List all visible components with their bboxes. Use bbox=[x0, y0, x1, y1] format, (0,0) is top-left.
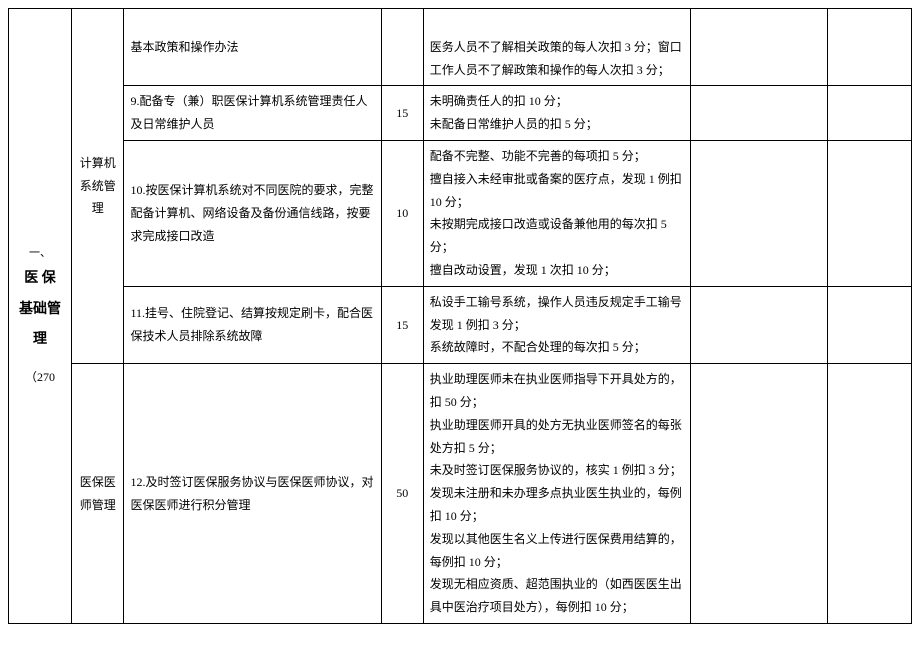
category-points: （270 bbox=[15, 366, 65, 389]
item-cell: 11.挂号、住院登记、结算按规定刷卡，配合医保技术人员排除系统故障 bbox=[124, 286, 381, 363]
blank-cell bbox=[691, 140, 828, 286]
blank-cell bbox=[827, 286, 911, 363]
criteria-cell: 私设手工输号系统，操作人员违反规定手工输号发现 1 例扣 3 分； 系统故障时，… bbox=[423, 286, 691, 363]
category-name-3: 理 bbox=[15, 325, 65, 356]
criteria-cell: 执业助理医师未在执业医师指导下开具处方的，扣 50 分； 执业助理医师开具的处方… bbox=[423, 364, 691, 624]
item-cell: 9.配备专（兼）职医保计算机系统管理责任人及日常维护人员 bbox=[124, 86, 381, 141]
blank-cell bbox=[691, 364, 828, 624]
score-cell: 10 bbox=[381, 140, 423, 286]
score-cell bbox=[381, 9, 423, 86]
item-cell: 10.按医保计算机系统对不同医院的要求，完整配备计算机、网络设备及备份通信线路，… bbox=[124, 140, 381, 286]
blank-cell bbox=[827, 86, 911, 141]
category-name-1: 医 保 bbox=[15, 264, 65, 295]
criteria-cell: 医务人员不了解相关政策的每人次扣 3 分；窗口工作人员不了解政策和操作的每人次扣… bbox=[423, 9, 691, 86]
blank-cell bbox=[827, 9, 911, 86]
blank-cell bbox=[691, 286, 828, 363]
category-name-2: 基础管 bbox=[15, 295, 65, 326]
group-label-2: 医保医师管理 bbox=[71, 364, 123, 624]
criteria-cell: 未明确责任人的扣 10 分； 未配备日常维护人员的扣 5 分； bbox=[423, 86, 691, 141]
category-seq: 一、 bbox=[15, 243, 65, 264]
group-label-1: 计算机系统管理 bbox=[71, 9, 123, 364]
item-cell: 基本政策和操作办法 bbox=[124, 9, 381, 86]
score-cell: 15 bbox=[381, 286, 423, 363]
blank-cell bbox=[691, 9, 828, 86]
assessment-table: 一、 医 保 基础管 理 （270 计算机系统管理 基本政策和操作办法 医务人员… bbox=[8, 8, 912, 624]
criteria-cell: 配备不完整、功能不完善的每项扣 5 分； 擅自接入未经审批或备案的医疗点，发现 … bbox=[423, 140, 691, 286]
item-cell: 12.及时签订医保服务协议与医保医师协议，对医保医师进行积分管理 bbox=[124, 364, 381, 624]
category-cell: 一、 医 保 基础管 理 （270 bbox=[9, 9, 72, 624]
blank-cell bbox=[827, 364, 911, 624]
blank-cell bbox=[691, 86, 828, 141]
score-cell: 15 bbox=[381, 86, 423, 141]
score-cell: 50 bbox=[381, 364, 423, 624]
blank-cell bbox=[827, 140, 911, 286]
